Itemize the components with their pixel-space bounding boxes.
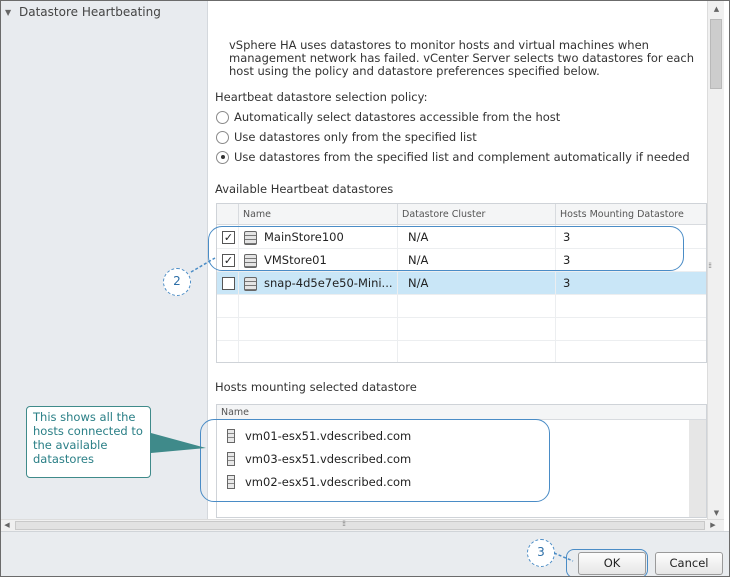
datastore-hosts: 3 (563, 276, 571, 290)
description-text: vSphere HA uses datastores to monitor ho… (229, 38, 694, 78)
annotation-ring-datastores (208, 226, 684, 271)
datastore-name: snap-4d5e7e50-Mini... (264, 276, 393, 290)
table-row-empty (217, 341, 706, 362)
policy-option-auto[interactable]: Automatically select datastores accessib… (216, 110, 560, 124)
scroll-down-icon[interactable]: ▼ (708, 509, 725, 517)
policy-option-label: Use datastores from the specified list a… (234, 150, 690, 164)
chevron-down-icon: ▼ (5, 7, 12, 17)
resize-grip-icon[interactable]: ⁞⁞ (708, 261, 712, 270)
nav-item-datastore-heartbeating[interactable]: ▼ Datastore Heartbeating (1, 1, 207, 23)
available-datastores-label: Available Heartbeat datastores (215, 182, 394, 196)
table-row-empty (217, 295, 706, 318)
policy-option-list-complement[interactable]: Use datastores from the specified list a… (216, 150, 690, 164)
hosts-mounting-label: Hosts mounting selected datastore (215, 380, 417, 394)
policy-label: Heartbeat datastore selection policy: (215, 90, 428, 104)
hosts-scrollbar[interactable] (689, 420, 706, 517)
column-header-cluster[interactable]: Datastore Cluster (397, 204, 555, 225)
radio-button-selected[interactable] (216, 150, 229, 164)
policy-option-list-only[interactable]: Use datastores only from the specified l… (216, 130, 477, 144)
radio-button[interactable] (216, 130, 229, 144)
header-check-col (217, 204, 238, 225)
horizontal-scrollbar[interactable]: ◀ ▶ ⁞⁞ (1, 519, 724, 531)
grid-header: Name Datastore Cluster Hosts Mounting Da… (217, 204, 706, 225)
policy-option-label: Automatically select datastores accessib… (234, 110, 561, 124)
scrollbar-thumb[interactable] (15, 521, 705, 530)
datastore-cluster: N/A (408, 276, 429, 290)
column-header-name[interactable]: Name (238, 204, 397, 225)
cancel-button[interactable]: Cancel (655, 552, 723, 575)
column-header-host-name[interactable]: Name (217, 405, 706, 420)
column-header-hosts[interactable]: Hosts Mounting Datastore (555, 204, 706, 225)
checkbox-unchecked[interactable] (222, 277, 235, 290)
dialog-frame: ▼ Datastore Heartbeating vSphere HA uses… (0, 0, 730, 577)
annotation-bubble-3: 3 (527, 539, 555, 567)
annotation-bubble-2: 2 (163, 268, 191, 296)
annotation-note-hosts: This shows all the hosts connected to th… (26, 406, 151, 478)
annotation-ring-ok (566, 549, 648, 576)
datastore-icon (244, 277, 257, 291)
scrollbar-thumb[interactable] (710, 19, 722, 89)
radio-button[interactable] (216, 110, 229, 124)
policy-option-label: Use datastores only from the specified l… (234, 130, 477, 144)
scroll-right-icon[interactable]: ▶ (707, 521, 719, 529)
table-row-empty (217, 318, 706, 341)
scroll-up-icon[interactable]: ▲ (708, 5, 725, 13)
resize-grip-icon[interactable]: ⁞⁞ (342, 519, 346, 528)
nav-item-label: Datastore Heartbeating (19, 5, 161, 19)
table-row-selected[interactable]: snap-4d5e7e50-Mini... N/A 3 (217, 272, 706, 295)
annotation-ring-hosts (200, 419, 550, 502)
scroll-left-icon[interactable]: ◀ (1, 521, 13, 529)
